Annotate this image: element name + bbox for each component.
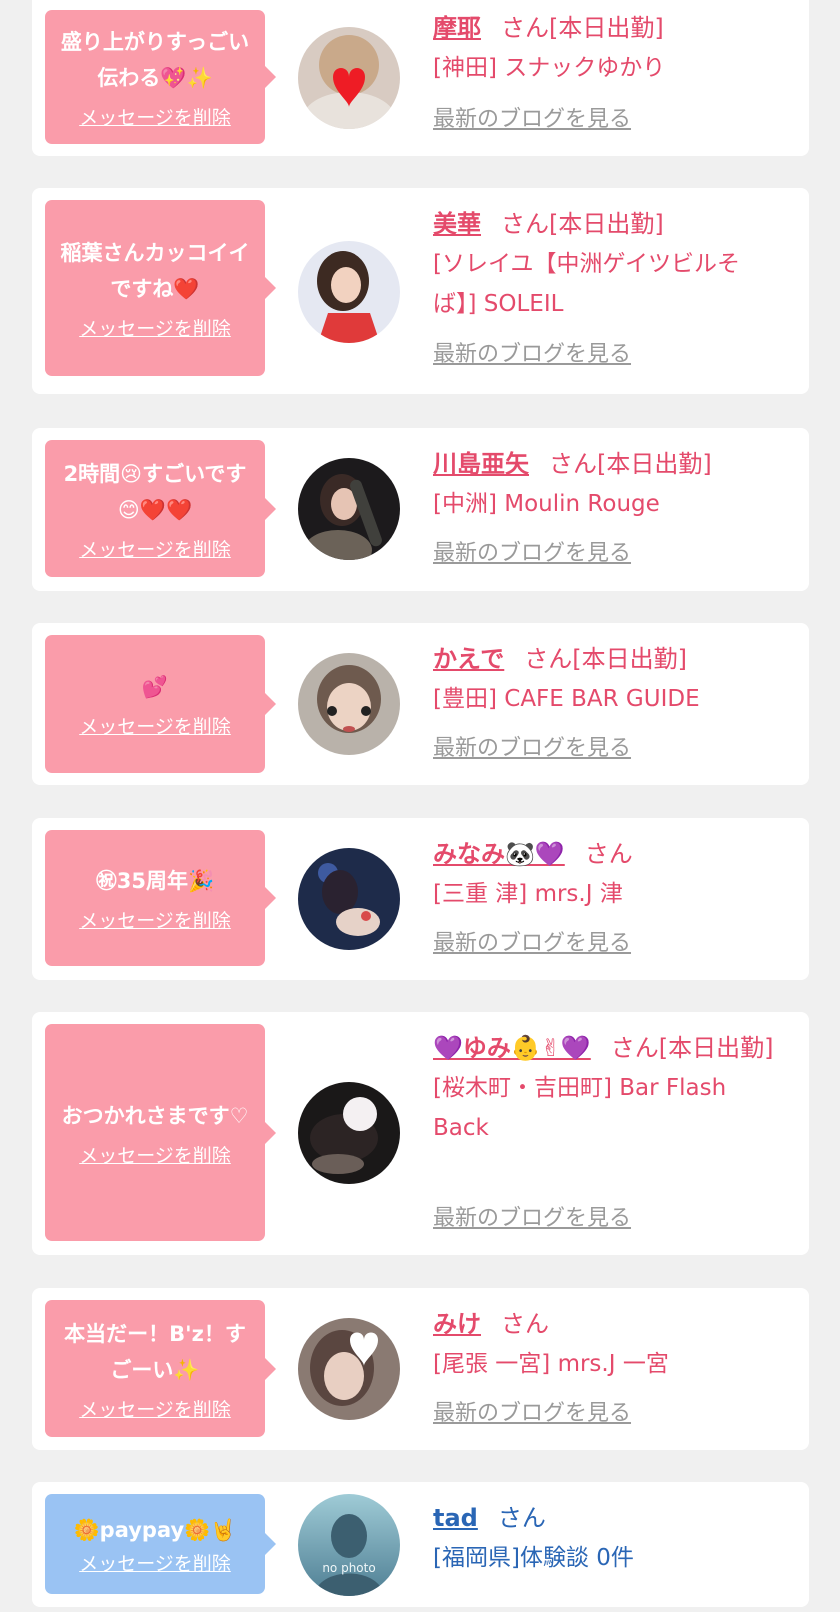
cast-info: 摩耶 さん[本日出勤] [神田] スナックゆかり <box>433 8 783 88</box>
cast-name-link[interactable]: 川島亜矢 <box>433 450 529 478</box>
message-card: 盛り上がりすっごい伝わる💖✨ メッセージを削除 摩耶 さん[本日出勤] [神田] … <box>32 0 809 156</box>
no-photo-text: no photo <box>322 1561 375 1575</box>
message-bubble: 🌼paypay🌼🤘 メッセージを削除 <box>45 1494 276 1594</box>
avatar-photo <box>298 848 400 950</box>
message-bubble: 本当だー！B'z！すごーい✨ メッセージを削除 <box>45 1300 276 1437</box>
cast-status: さん[本日出勤] <box>524 645 688 673</box>
cast-status: さん[本日出勤] <box>610 1034 774 1062</box>
cast-info: みなみ🐼💜 さん [三重 津] mrs.J 津 <box>433 834 783 914</box>
avatar-photo <box>298 241 400 343</box>
message-bubble: ㊗35周年🎉 メッセージを削除 <box>45 830 276 966</box>
avatar[interactable] <box>298 1082 400 1184</box>
avatar[interactable]: no photo <box>298 1494 400 1596</box>
latest-blog-link[interactable]: 最新のブログを見る <box>433 735 631 763</box>
message-card: おつかれさまです♡ メッセージを削除 💜ゆみ👶✌💜 さん[本日出勤] [桜木町・吉… <box>32 1012 809 1255</box>
shop-name: [豊田] CAFE BAR GUIDE <box>433 686 700 712</box>
message-card: 稲葉さんカッコイイですね❤️ メッセージを削除 美華 さん[本日出勤] [ソレイユ… <box>32 188 809 394</box>
avatar[interactable] <box>298 848 400 950</box>
avatar[interactable] <box>298 241 400 343</box>
avatar-photo <box>298 458 400 560</box>
latest-blog-link[interactable]: 最新のブログを見る <box>433 540 631 568</box>
avatar[interactable] <box>298 458 400 560</box>
message-card: 本当だー！B'z！すごーい✨ メッセージを削除 みけ さん [尾張 一宮] mrs… <box>32 1288 809 1450</box>
cast-name-link[interactable]: みなみ🐼💜 <box>433 840 565 868</box>
message-text: ㊗35周年🎉 <box>95 869 215 893</box>
message-text: 2時間😢すごいです😊❤️❤️ <box>63 461 247 522</box>
delete-message-link[interactable]: メッセージを削除 <box>79 317 231 341</box>
user-region: [福岡県]体験談 0件 <box>433 1545 634 1571</box>
cast-status: さん[本日出勤] <box>501 14 664 42</box>
delete-message-link[interactable]: メッセージを削除 <box>79 1398 231 1422</box>
cast-name-link[interactable]: みけ <box>433 1310 481 1338</box>
user-name-link[interactable]: tad <box>433 1504 478 1532</box>
cast-name-link[interactable]: かえで <box>433 645 504 673</box>
latest-blog-link[interactable]: 最新のブログを見る <box>433 1400 631 1428</box>
message-text: 💕 <box>141 675 169 699</box>
delete-message-link[interactable]: メッセージを削除 <box>79 715 231 739</box>
cast-info: 💜ゆみ👶✌💜 さん[本日出勤] [桜木町・吉田町] Bar Flash Back <box>433 1028 783 1148</box>
cast-info: 川島亜矢 さん[本日出勤] [中洲] Moulin Rouge <box>433 444 783 524</box>
message-bubble: 稲葉さんカッコイイですね❤️ メッセージを削除 <box>45 200 276 376</box>
user-status: さん <box>497 1504 546 1532</box>
cast-info: かえで さん[本日出勤] [豊田] CAFE BAR GUIDE <box>433 639 783 719</box>
latest-blog-link[interactable]: 最新のブログを見る <box>433 1205 631 1233</box>
cast-status: さん <box>584 840 633 868</box>
no-photo-avatar: no photo <box>298 1494 400 1596</box>
avatar[interactable] <box>298 27 400 129</box>
message-card: ㊗35周年🎉 メッセージを削除 みなみ🐼💜 さん [三重 津] mrs.J 津 最… <box>32 818 809 980</box>
message-bubble: 💕 メッセージを削除 <box>45 635 276 773</box>
avatar-photo <box>298 27 400 129</box>
message-text: 盛り上がりすっごい伝わる💖✨ <box>60 30 250 90</box>
cast-info: みけ さん [尾張 一宮] mrs.J 一宮 <box>433 1304 783 1384</box>
message-text: 稲葉さんカッコイイですね❤️ <box>60 241 250 301</box>
cast-status: さん[本日出勤] <box>549 450 712 478</box>
avatar[interactable] <box>298 653 400 755</box>
message-text: おつかれさまです♡ <box>61 1103 249 1128</box>
delete-message-link[interactable]: メッセージを削除 <box>79 538 231 562</box>
cast-name-link[interactable]: 美華 <box>433 210 481 238</box>
latest-blog-link[interactable]: 最新のブログを見る <box>433 930 631 958</box>
message-card: 2時間😢すごいです😊❤️❤️ メッセージを削除 川島亜矢 さん[本日出勤] [中洲… <box>32 428 809 591</box>
message-card: 💕 メッセージを削除 かえで さん[本日出勤] [豊田] CAFE BAR GUI… <box>32 623 809 785</box>
delete-message-link[interactable]: メッセージを削除 <box>79 1144 231 1168</box>
shop-name: [尾張 一宮] mrs.J 一宮 <box>433 1351 669 1377</box>
shop-name: [神田] スナックゆかり <box>433 55 666 81</box>
latest-blog-link[interactable]: 最新のブログを見る <box>433 341 631 369</box>
shop-name: [ソレイユ【中洲ゲイツビルそば】] SOLEIL <box>433 251 741 317</box>
user-info: tad さん [福岡県]体験談 0件 <box>433 1498 783 1578</box>
cast-info: 美華 さん[本日出勤] [ソレイユ【中洲ゲイツビルそば】] SOLEIL <box>433 204 783 324</box>
avatar-photo <box>298 653 400 755</box>
shop-name: [中洲] Moulin Rouge <box>433 491 660 517</box>
avatar[interactable] <box>298 1318 400 1420</box>
avatar-photo <box>298 1082 400 1184</box>
delete-message-link[interactable]: メッセージを削除 <box>79 106 231 130</box>
cast-status: さん <box>501 1310 549 1338</box>
message-bubble: おつかれさまです♡ メッセージを削除 <box>45 1024 276 1241</box>
cast-name-link[interactable]: 💜ゆみ👶✌💜 <box>433 1034 591 1062</box>
message-card: 🌼paypay🌼🤘 メッセージを削除 no photo tad さん [福岡県]体… <box>32 1482 809 1607</box>
message-text: 本当だー！B'z！すごーい✨ <box>64 1321 246 1382</box>
shop-name: [三重 津] mrs.J 津 <box>433 881 623 907</box>
message-bubble: 2時間😢すごいです😊❤️❤️ メッセージを削除 <box>45 440 276 577</box>
avatar-photo <box>298 1318 400 1420</box>
delete-message-link[interactable]: メッセージを削除 <box>79 909 231 933</box>
delete-message-link[interactable]: メッセージを削除 <box>79 1552 231 1576</box>
message-bubble: 盛り上がりすっごい伝わる💖✨ メッセージを削除 <box>45 10 276 144</box>
message-text: 🌼paypay🌼🤘 <box>73 1518 237 1542</box>
latest-blog-link[interactable]: 最新のブログを見る <box>433 106 631 134</box>
shop-name: [桜木町・吉田町] Bar Flash Back <box>433 1075 727 1141</box>
cast-name-link[interactable]: 摩耶 <box>433 14 481 42</box>
cast-status: さん[本日出勤] <box>501 210 664 238</box>
